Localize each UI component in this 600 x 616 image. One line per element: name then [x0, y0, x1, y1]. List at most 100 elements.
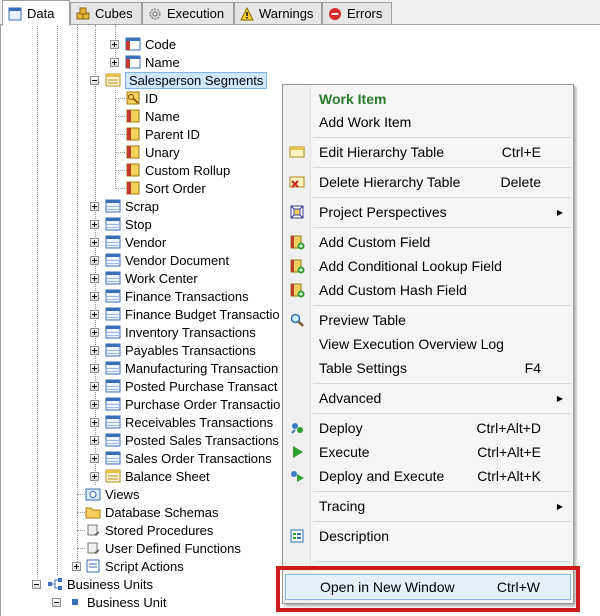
expand-toggle[interactable] [90, 364, 99, 373]
edit-table-icon [289, 146, 305, 158]
menu-delete-hierarchy-table[interactable]: Delete Hierarchy Table Delete [283, 170, 573, 194]
expand-toggle[interactable] [90, 292, 99, 301]
expand-toggle[interactable] [90, 454, 99, 463]
tree-node-code[interactable]: Code [125, 35, 176, 53]
tree-node-name-field[interactable]: Name [125, 107, 180, 125]
tree-node-custom-rollup[interactable]: Custom Rollup [125, 161, 230, 179]
deploy-icon [291, 423, 303, 434]
menu-table-settings[interactable]: Table Settings F4 [283, 356, 573, 380]
collapse-toggle[interactable] [32, 580, 41, 589]
context-menu: Work Item Add Work Item Edit Hierarchy T… [282, 84, 574, 604]
cubes-icon [75, 6, 91, 22]
tree-guide [115, 116, 125, 117]
expand-toggle[interactable] [90, 274, 99, 283]
tree-guide [115, 90, 116, 187]
menu-add-custom-hash-field[interactable]: Add Custom Hash Field [283, 278, 573, 302]
tree-guide [57, 25, 58, 575]
expand-toggle[interactable] [90, 328, 99, 337]
org-chart-icon [48, 578, 62, 590]
add-lookup-field-icon [290, 259, 305, 274]
menu-deploy[interactable]: Deploy Ctrl+Alt+D [283, 416, 573, 440]
tree-node-unary[interactable]: Unary [125, 143, 180, 161]
tree-node-database-schemas[interactable]: Database Schemas [85, 503, 218, 521]
table-icon [105, 415, 121, 429]
tree-node-table[interactable]: Balance Sheet [105, 467, 210, 485]
folder-icon [85, 507, 101, 519]
tree-node-table[interactable]: Work Center [105, 269, 198, 287]
tree-node-sort-order[interactable]: Sort Order [125, 179, 206, 197]
delete-table-icon [289, 176, 305, 188]
tab-errors[interactable]: Errors [322, 2, 392, 24]
business-unit-icon [72, 599, 78, 605]
menu-preview-table[interactable]: Preview Table [283, 308, 573, 332]
expand-toggle[interactable] [90, 256, 99, 265]
menu-execute[interactable]: Execute Ctrl+Alt+E [283, 440, 573, 464]
table-icon [105, 235, 121, 249]
menu-add-work-item[interactable]: Add Work Item [283, 110, 573, 134]
tree-node-table[interactable]: Inventory Transactions [105, 323, 256, 341]
tab-warnings[interactable]: Warnings [234, 2, 322, 24]
scroll-icon [87, 524, 100, 536]
tree-node-table[interactable]: Payables Transactions [105, 341, 256, 359]
menu-deploy-and-execute[interactable]: Deploy and Execute Ctrl+Alt+K [283, 464, 573, 488]
tree-guide [77, 25, 78, 570]
table-icon [105, 199, 121, 213]
tree-node-table[interactable]: Vendor Document [105, 251, 229, 269]
expand-toggle[interactable] [90, 472, 99, 481]
deploy-execute-icon [291, 471, 304, 482]
tree-node-table[interactable]: Vendor [105, 233, 166, 251]
expand-toggle[interactable] [90, 220, 99, 229]
expand-toggle[interactable] [90, 310, 99, 319]
tree-guide [115, 134, 125, 135]
expand-toggle[interactable] [110, 58, 119, 67]
tree-node-stored-procedures[interactable]: Stored Procedures [85, 521, 213, 539]
tree-node-salesperson-segments[interactable]: Salesperson Segments [105, 71, 268, 89]
field-icon [126, 145, 140, 159]
tab-data[interactable]: Data [2, 0, 70, 26]
field-icon [126, 127, 140, 141]
menu-project-perspectives[interactable]: Project Perspectives ▶ [283, 200, 573, 224]
expand-toggle[interactable] [72, 562, 81, 571]
tree-node-script-actions[interactable]: Script Actions [85, 557, 184, 575]
expand-toggle[interactable] [90, 436, 99, 445]
tree-node-table[interactable]: Posted Purchase Transact [105, 377, 277, 395]
collapse-toggle[interactable] [90, 76, 99, 85]
expand-toggle[interactable] [110, 40, 119, 49]
menu-description[interactable]: Description [283, 524, 573, 548]
menu-advanced[interactable]: Advanced ▶ [283, 386, 573, 410]
expand-toggle[interactable] [90, 202, 99, 211]
tree-node-business-unit[interactable]: Business Unit [67, 593, 166, 611]
expand-toggle[interactable] [90, 418, 99, 427]
tree-node-table[interactable]: Finance Transactions [105, 287, 249, 305]
tree-node-table[interactable]: Scrap [105, 197, 159, 215]
tree-node-table[interactable]: Posted Sales Transactions [105, 431, 279, 449]
expand-toggle[interactable] [90, 400, 99, 409]
table-icon [125, 37, 141, 51]
tree-node-name[interactable]: Name [125, 53, 180, 71]
expand-toggle[interactable] [90, 238, 99, 247]
menu-separator [313, 167, 571, 168]
tree-node-table[interactable]: Sales Order Transactions [105, 449, 272, 467]
menu-tracing[interactable]: Tracing ▶ [283, 494, 573, 518]
tree-node-business-units[interactable]: Business Units [47, 575, 153, 593]
expand-toggle[interactable] [90, 346, 99, 355]
collapse-toggle[interactable] [52, 598, 61, 607]
menu-edit-hierarchy-table[interactable]: Edit Hierarchy Table Ctrl+E [283, 140, 573, 164]
tab-cubes[interactable]: Cubes [70, 2, 142, 24]
tree-node-views[interactable]: Views [85, 485, 139, 503]
highlight-box [276, 566, 580, 612]
menu-separator [313, 491, 571, 492]
tree-node-table[interactable]: Stop [105, 215, 152, 233]
tree-node-id[interactable]: ID [125, 89, 158, 107]
menu-view-execution-overview-log[interactable]: View Execution Overview Log [283, 332, 573, 356]
menu-add-conditional-lookup-field[interactable]: Add Conditional Lookup Field [283, 254, 573, 278]
tree-node-user-defined-functions[interactable]: User Defined Functions [85, 539, 241, 557]
tab-execution[interactable]: Execution [142, 2, 234, 24]
menu-add-custom-field[interactable]: Add Custom Field [283, 230, 573, 254]
tree-node-table[interactable]: Receivables Transactions [105, 413, 273, 431]
tree-node-table[interactable]: Purchase Order Transactio [105, 395, 280, 413]
tree-node-table[interactable]: Finance Budget Transactio [105, 305, 280, 323]
tree-node-table[interactable]: Manufacturing Transaction [105, 359, 278, 377]
tree-node-parent-id[interactable]: Parent ID [125, 125, 200, 143]
expand-toggle[interactable] [90, 382, 99, 391]
